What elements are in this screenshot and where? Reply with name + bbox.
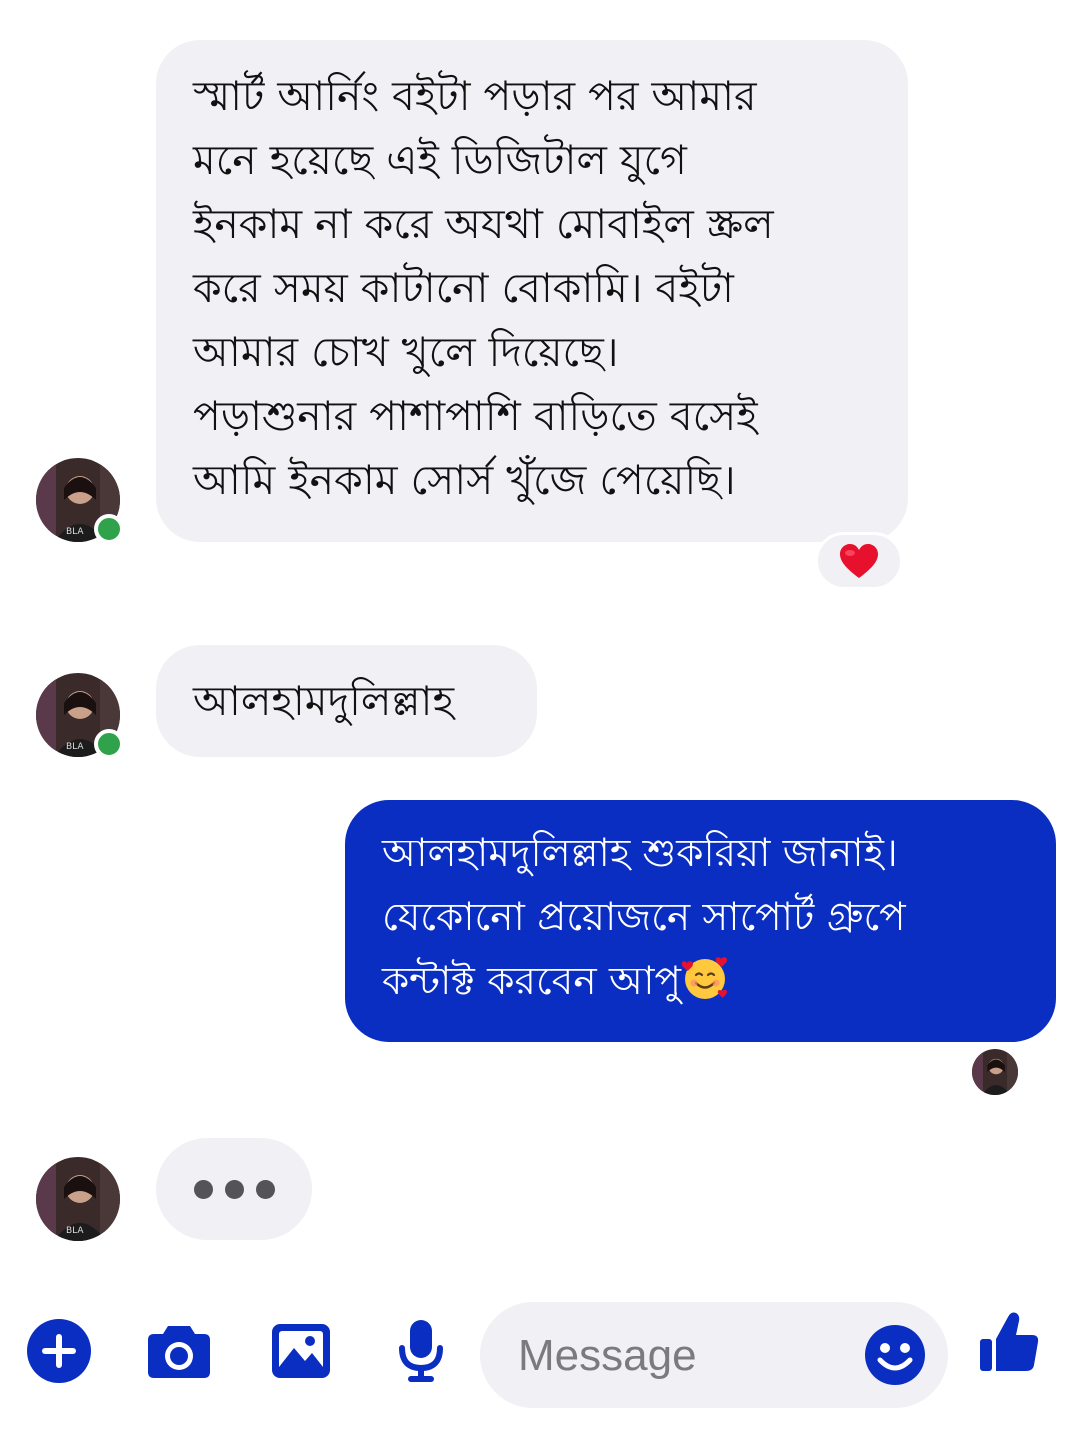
contact-avatar[interactable]: BLA bbox=[36, 458, 124, 544]
smiling-face-with-hearts-icon bbox=[681, 957, 727, 999]
more-actions-button[interactable] bbox=[26, 1318, 92, 1384]
typing-dot bbox=[224, 1179, 244, 1199]
camera-button[interactable] bbox=[146, 1318, 212, 1384]
svg-text:BLA: BLA bbox=[66, 742, 84, 752]
message-text: স্মার্ট আর্নিং বইটা পড়ার পর আমার মনে হয… bbox=[193, 72, 774, 504]
contact-avatar[interactable]: BLA bbox=[36, 673, 124, 759]
like-button[interactable] bbox=[976, 1310, 1042, 1376]
message-input[interactable] bbox=[516, 1324, 850, 1388]
emoji-icon[interactable] bbox=[864, 1324, 926, 1386]
message-text: আলহামদুলিল্লাহ bbox=[193, 677, 454, 725]
incoming-message-bubble[interactable]: আলহামদুলিল্লাহ bbox=[156, 645, 537, 757]
image-icon bbox=[272, 1324, 330, 1378]
avatar-image bbox=[972, 1049, 1018, 1095]
typing-dot bbox=[255, 1179, 275, 1199]
plus-icon bbox=[27, 1319, 91, 1383]
typing-dot bbox=[193, 1179, 213, 1199]
microphone-icon bbox=[399, 1320, 443, 1382]
outgoing-message-bubble[interactable]: আলহামদুলিল্লাহ শুকরিয়া জানাই। যেকোনো প্… bbox=[345, 800, 1056, 1042]
seen-receipt-avatar bbox=[972, 1049, 1018, 1095]
message-input-container[interactable] bbox=[480, 1302, 948, 1408]
camera-icon bbox=[148, 1326, 210, 1378]
online-status-dot bbox=[94, 729, 124, 759]
typing-indicator bbox=[156, 1138, 312, 1240]
online-status-dot bbox=[94, 514, 124, 544]
chat-screen: BLA স্মার্ট আর্নিং বইটা পড়ার পর আমার মন… bbox=[0, 0, 1080, 1429]
message-reaction[interactable] bbox=[815, 532, 903, 590]
message-text: আলহামদুলিল্লাহ শুকরিয়া জানাই। যেকোনো প্… bbox=[382, 831, 906, 1004]
voice-message-button[interactable] bbox=[388, 1318, 454, 1384]
thumbs-up-icon bbox=[980, 1312, 1039, 1371]
avatar-image: BLA bbox=[36, 1157, 120, 1241]
incoming-message-bubble[interactable]: স্মার্ট আর্নিং বইটা পড়ার পর আমার মনে হয… bbox=[156, 40, 908, 542]
gallery-button[interactable] bbox=[268, 1318, 334, 1384]
heart-icon bbox=[840, 544, 878, 578]
contact-avatar[interactable]: BLA bbox=[36, 1157, 120, 1241]
svg-text:BLA: BLA bbox=[66, 527, 84, 537]
svg-text:BLA: BLA bbox=[66, 1226, 84, 1236]
